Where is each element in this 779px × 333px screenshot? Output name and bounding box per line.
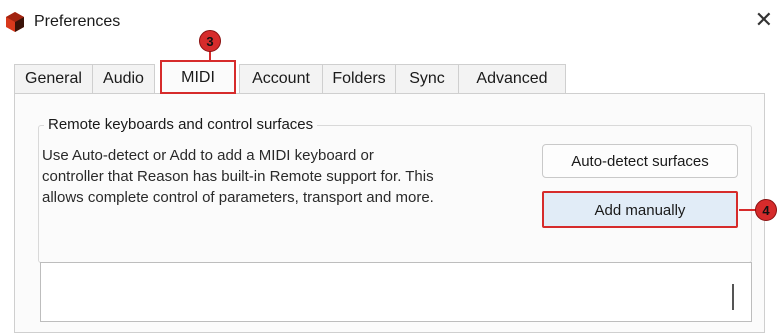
window-title: Preferences [34, 13, 121, 30]
tab-general[interactable]: General [14, 64, 93, 93]
reason-logo-icon [6, 12, 24, 32]
add-manually-button[interactable]: Add manually [542, 191, 738, 228]
step-marker-4: 4 [755, 199, 777, 221]
close-icon[interactable]: ✕ [755, 9, 773, 31]
tab-advanced[interactable]: Advanced [458, 64, 566, 93]
tab-folders[interactable]: Folders [322, 64, 396, 93]
description-line: controller that Reason has built-in Remo… [42, 168, 434, 185]
scrollbar-thumb[interactable] [732, 284, 734, 310]
description-line: allows complete control of parameters, t… [42, 189, 434, 206]
tab-midi[interactable]: MIDI [160, 60, 236, 94]
description-line: Use Auto-detect or Add to add a MIDI key… [42, 147, 374, 164]
surfaces-list[interactable] [40, 262, 752, 322]
tab-sync[interactable]: Sync [395, 64, 459, 93]
auto-detect-surfaces-button[interactable]: Auto-detect surfaces [542, 144, 738, 178]
remote-description: Use Auto-detect or Add to add a MIDI key… [42, 145, 532, 208]
tab-audio[interactable]: Audio [92, 64, 155, 93]
step-marker-3: 3 [199, 30, 221, 52]
tab-account[interactable]: Account [239, 64, 323, 93]
marker-connector [209, 51, 211, 60]
group-title: Remote keyboards and control surfaces [44, 116, 318, 133]
title-bar: Preferences ✕ [0, 0, 779, 46]
